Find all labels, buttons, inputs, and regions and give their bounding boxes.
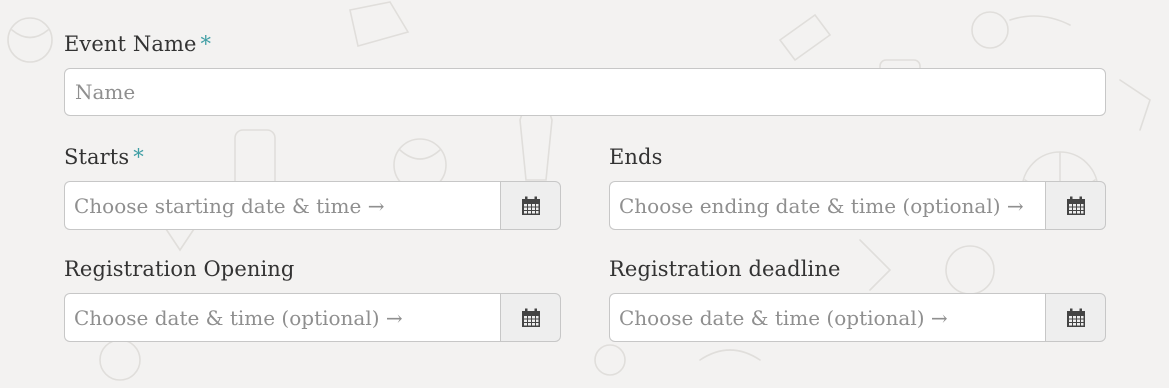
required-marker: * [133,145,144,169]
required-marker: * [200,32,212,56]
registration-deadline-datetime-input[interactable] [609,293,1045,342]
event-name-label: Event Name * [64,30,211,58]
registration-deadline-calendar-button[interactable] [1045,293,1106,342]
registration-opening-datetime-input[interactable] [64,293,500,342]
event-name-label-text: Event Name [64,32,197,56]
starts-label: Starts * [64,143,144,171]
registration-deadline-label-text: Registration deadline [609,257,841,281]
registration-opening-date-group [64,293,561,342]
event-name-input[interactable] [64,68,1106,116]
ends-calendar-button[interactable] [1045,181,1106,230]
calendar-icon [521,308,540,327]
ends-label-text: Ends [609,145,663,169]
registration-opening-label-text: Registration Opening [64,257,295,281]
calendar-icon [1066,196,1085,215]
starts-label-text: Starts [64,145,130,169]
registration-opening-label: Registration Opening [64,255,294,283]
calendar-icon [1066,308,1085,327]
starts-calendar-button[interactable] [500,181,561,230]
ends-date-group [609,181,1106,230]
registration-deadline-date-group [609,293,1106,342]
starts-datetime-input[interactable] [64,181,500,230]
registration-opening-calendar-button[interactable] [500,293,561,342]
starts-date-group [64,181,561,230]
ends-datetime-input[interactable] [609,181,1045,230]
ends-label: Ends [609,143,662,171]
registration-deadline-label: Registration deadline [609,255,841,283]
calendar-icon [521,196,540,215]
